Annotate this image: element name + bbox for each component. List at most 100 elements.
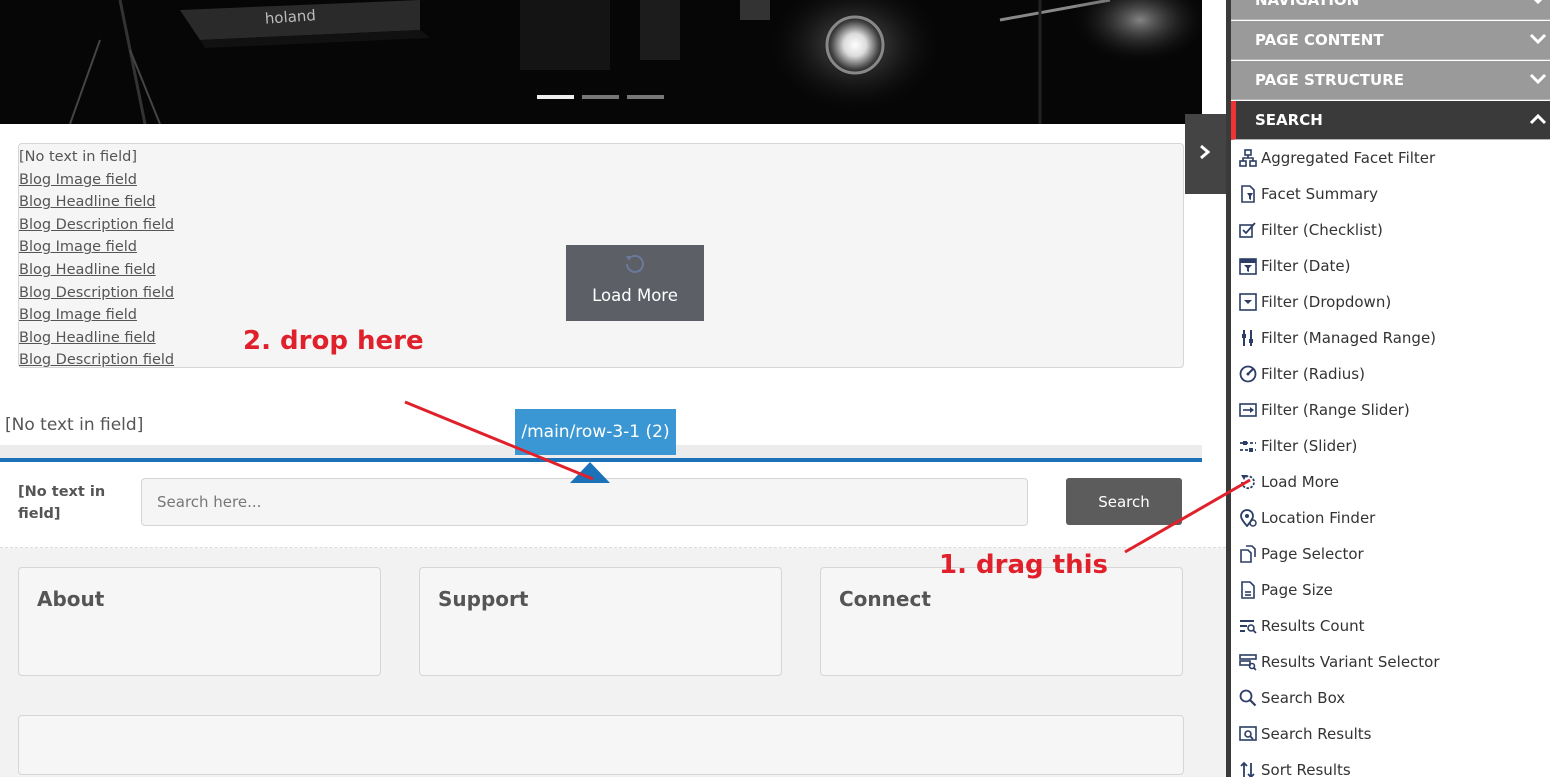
component-page-selector[interactable]: Page Selector — [1231, 536, 1550, 572]
component-label: Results Variant Selector — [1261, 653, 1440, 671]
blog-image-link[interactable]: Blog Image field — [19, 304, 174, 327]
toolbox-sidebar: NAVIGATION PAGE CONTENT PAGE STRUCTURE S… — [1226, 0, 1550, 777]
location-pin-icon — [1240, 509, 1257, 527]
section-label: NAVIGATION — [1255, 0, 1360, 9]
calendar-filter-icon — [1239, 258, 1257, 275]
slider-icon — [1240, 441, 1256, 452]
editor-canvas: holand [No text in field] Blog Image fie… — [0, 0, 1550, 777]
blog-fields-list: [No text in field] Blog Image field Blog… — [19, 146, 174, 372]
search-input[interactable] — [141, 478, 1028, 526]
dropdown-icon — [1239, 293, 1257, 311]
search-icon — [1239, 689, 1257, 707]
footer-bottom-panel[interactable] — [18, 715, 1184, 775]
load-more-icon — [1241, 475, 1255, 490]
radius-icon — [1239, 365, 1257, 383]
empty-text-field[interactable]: [No text in field] — [5, 415, 143, 435]
hero-carousel[interactable]: holand — [0, 0, 1202, 124]
checkbox-icon — [1239, 222, 1256, 238]
component-label: Filter (Checklist) — [1261, 221, 1383, 239]
load-more-label: Load More — [592, 286, 678, 305]
component-label: Search Box — [1261, 689, 1346, 707]
search-label[interactable]: [No text in field] — [18, 481, 128, 525]
keyboard-brand-text: holand — [264, 6, 316, 28]
component-label: Filter (Slider) — [1261, 437, 1358, 455]
component-label: Filter (Date) — [1261, 257, 1351, 275]
component-filter-checklist[interactable]: Filter (Checklist) — [1231, 212, 1550, 248]
search-row: [No text in field] Search — [0, 462, 1226, 548]
section-page-structure[interactable]: PAGE STRUCTURE — [1231, 61, 1550, 100]
carousel-dot-3[interactable] — [627, 95, 664, 99]
component-sort-results[interactable]: Sort Results — [1231, 752, 1550, 777]
component-label: Page Size — [1261, 581, 1333, 599]
section-label: PAGE CONTENT — [1255, 31, 1384, 49]
component-filter-radius[interactable]: Filter (Radius) — [1231, 356, 1550, 392]
section-navigation[interactable]: NAVIGATION — [1231, 0, 1550, 20]
component-aggregated-facet-filter[interactable]: Aggregated Facet Filter — [1231, 140, 1550, 176]
chevron-up-icon — [1529, 113, 1547, 125]
component-filter-date[interactable]: Filter (Date) — [1231, 248, 1550, 284]
annotation-drop-here: 2. drop here — [243, 326, 424, 356]
chevron-down-icon — [1529, 73, 1547, 85]
component-facet-summary[interactable]: Facet Summary — [1231, 176, 1550, 212]
document-filter-icon — [1241, 185, 1255, 203]
range-sliders-icon — [1242, 330, 1253, 346]
blog-headline-link[interactable]: Blog Headline field — [19, 327, 174, 350]
blog-list-component[interactable]: [No text in field] Blog Image field Blog… — [18, 143, 1184, 368]
blog-empty-field[interactable]: [No text in field] — [19, 146, 174, 169]
component-label: Facet Summary — [1261, 185, 1379, 203]
blog-description-link[interactable]: Blog Description field — [19, 349, 174, 372]
component-label: Filter (Managed Range) — [1261, 329, 1437, 347]
chevron-down-icon — [1529, 33, 1547, 45]
component-label: Location Finder — [1261, 509, 1376, 527]
blog-description-link[interactable]: Blog Description field — [19, 282, 174, 305]
chevron-right-icon — [1200, 144, 1211, 160]
component-search-results[interactable]: Search Results — [1231, 716, 1550, 752]
component-label: Sort Results — [1261, 761, 1351, 777]
section-search[interactable]: SEARCH — [1231, 101, 1550, 140]
component-filter-range-slider[interactable]: Filter (Range Slider) — [1231, 392, 1550, 428]
search-button[interactable]: Search — [1066, 478, 1182, 525]
carousel-indicators — [537, 95, 664, 99]
blog-description-link[interactable]: Blog Description field — [19, 214, 174, 237]
footer-card-support[interactable]: Support — [419, 567, 782, 676]
load-more-button[interactable]: Load More — [566, 245, 704, 321]
component-filter-managed-range[interactable]: Filter (Managed Range) — [1231, 320, 1550, 356]
component-location-finder[interactable]: Location Finder — [1231, 500, 1550, 536]
blog-headline-link[interactable]: Blog Headline field — [19, 259, 174, 282]
component-label: Filter (Dropdown) — [1261, 293, 1392, 311]
loading-spinner-icon — [626, 254, 644, 273]
component-page-size[interactable]: Page Size — [1231, 572, 1550, 608]
footer-card-about[interactable]: About — [18, 567, 381, 676]
placeholder-path-tag[interactable]: /main/row-3-1 (2) — [515, 409, 676, 455]
section-page-content[interactable]: PAGE CONTENT — [1231, 21, 1550, 60]
blog-image-link[interactable]: Blog Image field — [19, 169, 174, 192]
footer-card-title: About — [37, 587, 105, 611]
concert-photo: holand — [0, 0, 1202, 124]
annotation-drag-this: 1. drag this — [939, 550, 1108, 580]
component-label: Page Selector — [1261, 545, 1364, 563]
chevron-down-icon — [1533, 0, 1543, 5]
search-components-list: Aggregated Facet Filter Facet Summary Fi… — [1231, 140, 1550, 777]
results-count-icon — [1240, 620, 1257, 634]
component-search-box[interactable]: Search Box — [1231, 680, 1550, 716]
component-load-more[interactable]: Load More — [1231, 464, 1550, 500]
component-filter-dropdown[interactable]: Filter (Dropdown) — [1231, 284, 1550, 320]
carousel-dot-2[interactable] — [582, 95, 619, 99]
footer-card-connect[interactable]: Connect — [820, 567, 1183, 676]
footer: About Support Connect — [0, 548, 1226, 777]
toggle-panel-button[interactable] — [1185, 114, 1226, 194]
blog-headline-link[interactable]: Blog Headline field — [19, 191, 174, 214]
page-selector-icon — [1240, 545, 1256, 563]
carousel-dot-1[interactable] — [537, 95, 574, 99]
component-filter-slider[interactable]: Filter (Slider) — [1231, 428, 1550, 464]
search-results-icon — [1239, 726, 1257, 741]
blog-image-link[interactable]: Blog Image field — [19, 236, 174, 259]
variant-selector-icon — [1239, 654, 1257, 671]
component-results-variant-selector[interactable]: Results Variant Selector — [1231, 644, 1550, 680]
drop-indicator-arrow — [570, 462, 610, 483]
page-size-icon — [1241, 581, 1255, 599]
section-label: SEARCH — [1255, 111, 1323, 129]
component-results-count[interactable]: Results Count — [1231, 608, 1550, 644]
component-label: Load More — [1261, 473, 1339, 491]
hierarchy-icon — [1239, 149, 1257, 167]
